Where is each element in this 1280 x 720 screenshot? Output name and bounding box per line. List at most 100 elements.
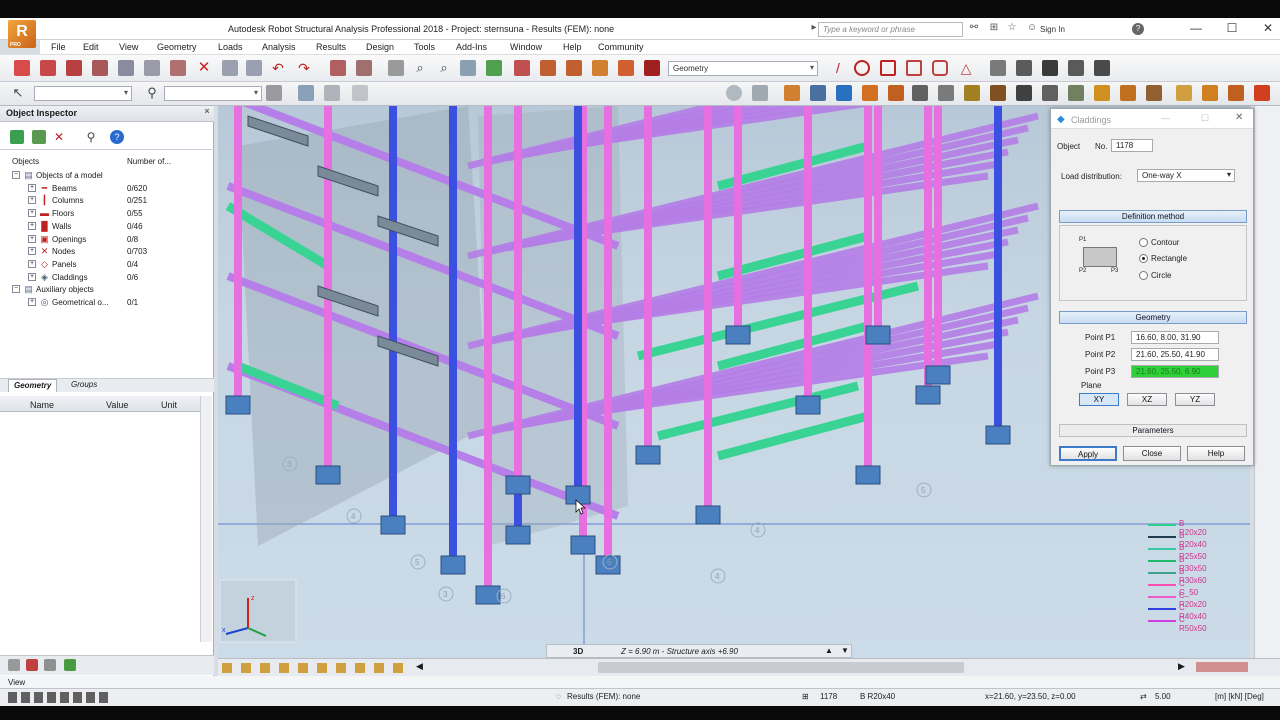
preview-icon[interactable] — [144, 60, 160, 76]
parameters-header[interactable]: Parameters — [1059, 424, 1247, 437]
plane-up-icon[interactable]: ▲ — [825, 646, 833, 655]
supports-icon[interactable] — [566, 60, 582, 76]
menu-view[interactable]: View — [119, 42, 138, 52]
inspector-export-icon[interactable] — [64, 659, 76, 671]
circle-radio[interactable] — [1139, 271, 1148, 280]
menu-design[interactable]: Design — [366, 42, 394, 52]
properties-icon[interactable] — [356, 60, 372, 76]
star-icon[interactable]: ☆ — [1006, 22, 1018, 34]
plane-xy-button[interactable]: XY — [1079, 393, 1119, 406]
expand-toggle-icon[interactable]: + — [28, 272, 36, 281]
print-icon[interactable] — [92, 60, 108, 76]
expand-toggle-icon[interactable]: + — [28, 183, 36, 192]
menu-analysis[interactable]: Analysis — [262, 42, 296, 52]
mirror-tool-icon[interactable] — [1120, 85, 1136, 101]
cone-icon[interactable]: △ — [958, 60, 974, 76]
search-input[interactable]: Type a keyword or phrase — [818, 22, 963, 37]
app-logo[interactable]: R PRO — [8, 20, 36, 48]
menu-addins[interactable]: Add-Ins — [456, 42, 487, 52]
tree-item-objects-of-a-model[interactable]: − ▤ Objects of a model — [0, 170, 210, 183]
zoom-window-icon[interactable]: ⌕ — [436, 60, 452, 76]
maximize-button[interactable]: ☐ — [1224, 20, 1240, 36]
tree-item-walls[interactable]: + █ Walls 0/46 — [0, 221, 210, 234]
lock-icon[interactable] — [388, 60, 404, 76]
view-tabs-icons[interactable] — [1196, 662, 1248, 672]
tree-item-auxiliary-objects[interactable]: − ▤ Auxiliary objects — [0, 284, 210, 297]
revolve-icon[interactable] — [1016, 60, 1032, 76]
expand-toggle-icon[interactable]: − — [12, 285, 20, 294]
menu-edit[interactable]: Edit — [83, 42, 99, 52]
plane-down-icon[interactable]: ▼ — [841, 646, 849, 655]
scroll-right-icon[interactable]: ▶ — [1178, 661, 1185, 672]
menu-geometry[interactable]: Geometry — [157, 42, 197, 52]
pyramid-icon[interactable] — [1042, 60, 1058, 76]
cases-icon[interactable]: ⚲ — [144, 85, 160, 101]
cases-combo[interactable] — [164, 86, 262, 101]
menu-loads[interactable]: Loads — [218, 42, 243, 52]
undo-icon[interactable]: ↶ — [270, 60, 286, 76]
node-tool-icon[interactable] — [784, 85, 800, 101]
deselect-icon[interactable]: ✕ — [52, 130, 66, 144]
close-button[interactable]: Close — [1123, 446, 1181, 461]
rotate-tool-icon[interactable] — [1146, 85, 1162, 101]
attributes-icon[interactable] — [324, 85, 340, 101]
screen-capture-icon[interactable] — [170, 60, 186, 76]
cart-icon[interactable]: ⊞ — [988, 22, 1000, 34]
view-mode[interactable]: 3D — [573, 647, 583, 656]
scroll-left-icon[interactable]: ◀ — [416, 661, 423, 672]
box-icon[interactable] — [906, 60, 922, 76]
expand-toggle-icon[interactable]: + — [28, 234, 36, 243]
binoculars-icon[interactable]: ⚯ — [968, 22, 980, 34]
trim-tool-icon[interactable] — [1068, 85, 1084, 101]
load-distribution-select[interactable]: One-way X ▾ — [1137, 169, 1235, 182]
plane-xz-button[interactable]: XZ — [1127, 393, 1167, 406]
grid-icon[interactable] — [352, 85, 368, 101]
properties-scrollbar[interactable] — [200, 396, 212, 642]
zoom-icon[interactable]: ⌕ — [412, 60, 428, 76]
scale-tool-icon[interactable] — [1176, 85, 1192, 101]
selection-combo[interactable] — [34, 86, 132, 101]
move-tool-icon[interactable] — [1016, 85, 1032, 101]
view-tools-icons[interactable] — [222, 663, 412, 673]
delete-icon[interactable]: ✕ — [196, 60, 212, 76]
expand-toggle-icon[interactable]: + — [28, 298, 36, 306]
pan-icon[interactable] — [514, 60, 530, 76]
dialog-close-icon[interactable]: ✕ — [1235, 112, 1243, 123]
inspector-close-icon[interactable]: × — [200, 106, 214, 120]
cylinder-icon[interactable] — [932, 60, 948, 76]
close-window-button[interactable]: ✕ — [1260, 20, 1276, 36]
expand-toggle-icon[interactable]: + — [28, 196, 36, 205]
analysis-icon[interactable] — [618, 60, 634, 76]
inspector-help-icon[interactable]: ? — [110, 130, 124, 144]
object-number-input[interactable]: 1178 — [1111, 139, 1153, 152]
rectangle-icon[interactable] — [880, 60, 896, 76]
horizontal-scrollbar[interactable] — [598, 662, 964, 673]
user-icon[interactable]: ☺ — [1026, 22, 1038, 34]
menu-results[interactable]: Results — [316, 42, 346, 52]
menu-window[interactable]: Window — [510, 42, 542, 52]
loads-icon[interactable] — [592, 60, 608, 76]
line-icon[interactable]: / — [830, 60, 846, 76]
support-tool-icon[interactable] — [836, 85, 852, 101]
tree-item-columns[interactable]: + ┃ Columns 0/251 — [0, 195, 210, 208]
inspector-table-icon[interactable] — [44, 659, 56, 671]
filter-tree-icon[interactable] — [32, 130, 46, 144]
tree-item-floors[interactable]: + ▬ Floors 0/55 — [0, 208, 210, 221]
expand-toggle-icon[interactable]: − — [12, 171, 20, 179]
rectangle-radio[interactable] — [1139, 254, 1148, 263]
expand-toggle-icon[interactable]: + — [28, 259, 36, 268]
save-icon[interactable] — [66, 60, 82, 76]
apply-button[interactable]: Apply — [1059, 446, 1117, 461]
selection-icon[interactable]: ↖ — [10, 85, 26, 101]
tab-groups[interactable]: Groups — [66, 379, 102, 392]
dialog-minimize[interactable]: — — [1161, 113, 1170, 123]
intersect-tool-icon[interactable] — [1202, 85, 1218, 101]
menu-community[interactable]: Community — [598, 42, 644, 52]
divide-tool-icon[interactable] — [1042, 85, 1058, 101]
expand-toggle-icon[interactable]: + — [28, 221, 36, 230]
calc-icon[interactable] — [726, 85, 742, 101]
copy-icon[interactable] — [222, 60, 238, 76]
sign-in-link[interactable]: Sign In — [1040, 25, 1065, 34]
rotate-icon[interactable] — [486, 60, 502, 76]
expand-toggle-icon[interactable]: + — [28, 247, 36, 256]
